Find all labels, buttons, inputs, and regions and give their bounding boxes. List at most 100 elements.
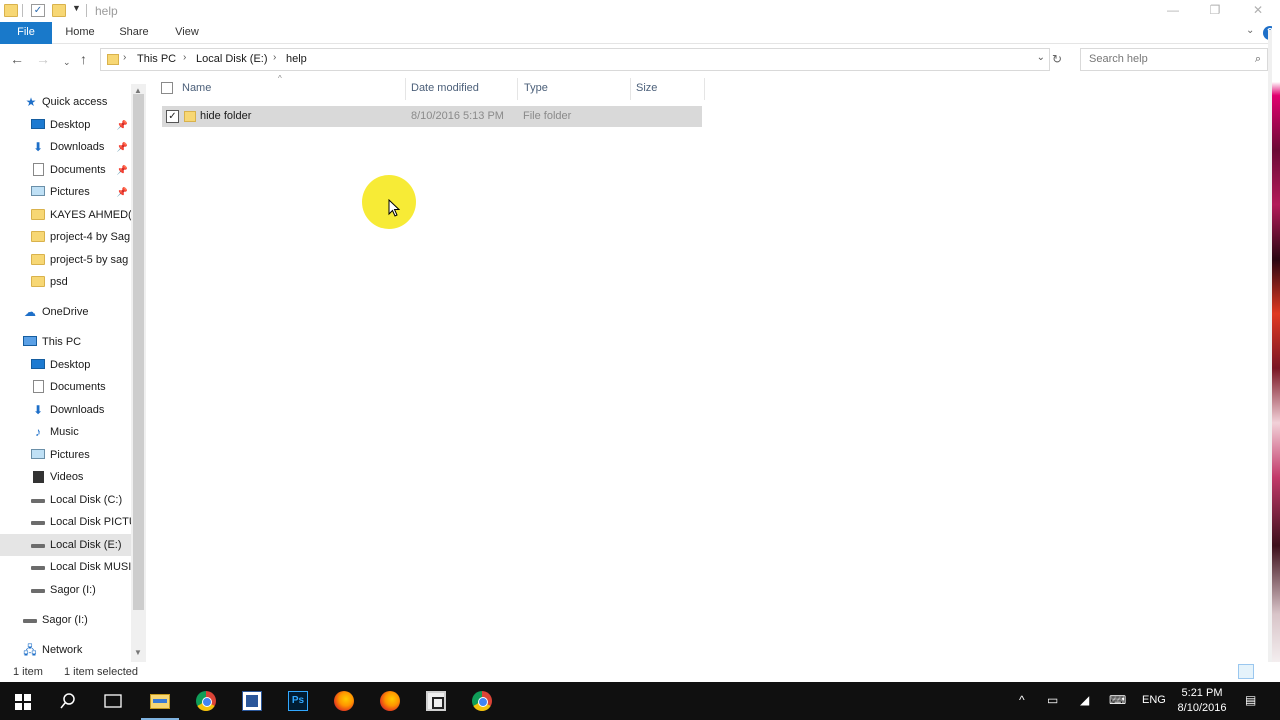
- folder-icon: [31, 254, 45, 265]
- nav-pc-local-disk-music[interactable]: Local Disk MUSI(: [0, 556, 132, 578]
- nav-quick-documents[interactable]: Documents 📌: [0, 159, 132, 181]
- breadcrumb-this-pc[interactable]: This PC: [137, 53, 176, 65]
- taskbar-file-explorer[interactable]: [137, 682, 183, 720]
- expand-ribbon-icon[interactable]: ⌄: [1246, 25, 1254, 36]
- select-all-checkbox[interactable]: [161, 82, 173, 94]
- taskbar-photoshop[interactable]: Ps: [275, 682, 321, 720]
- pin-icon: 📌: [116, 165, 128, 175]
- properties-icon[interactable]: ✓: [31, 4, 45, 17]
- minimize-button[interactable]: —: [1153, 0, 1193, 22]
- desktop-icon: [31, 119, 45, 129]
- row-checkbox[interactable]: ✓: [166, 110, 179, 123]
- nav-pc-music[interactable]: ♪ Music: [0, 421, 132, 443]
- nav-quick-folder[interactable]: psd: [0, 271, 132, 293]
- nav-sagor[interactable]: Sagor (I:): [0, 609, 132, 631]
- nav-onedrive[interactable]: ☁ OneDrive: [0, 301, 132, 323]
- chevron-right-icon[interactable]: ›: [273, 52, 276, 63]
- nav-quick-desktop[interactable]: Desktop 📌: [0, 114, 132, 136]
- customize-quick-access-icon[interactable]: ▼: [72, 3, 81, 13]
- column-divider[interactable]: [405, 78, 406, 100]
- battery-icon[interactable]: ▭: [1047, 693, 1058, 707]
- clock[interactable]: 5:21 PM 8/10/2016: [1172, 686, 1232, 716]
- taskbar-app[interactable]: [413, 682, 459, 720]
- search-box[interactable]: ⌕: [1080, 48, 1268, 71]
- nav-network[interactable]: 🖧 Network: [0, 639, 132, 661]
- firefox-icon: [334, 691, 354, 711]
- nav-scrollbar-thumb[interactable]: [133, 94, 144, 610]
- drive-icon: [31, 521, 45, 525]
- nav-pc-local-disk-e[interactable]: Local Disk (E:): [0, 534, 132, 556]
- column-type[interactable]: Type: [524, 82, 548, 94]
- column-date-modified[interactable]: Date modified: [411, 82, 479, 94]
- nav-label: project-5 by sag: [50, 254, 129, 266]
- column-divider[interactable]: [630, 78, 631, 100]
- wifi-icon[interactable]: ◢: [1080, 693, 1089, 707]
- large-icons-view-icon[interactable]: [1256, 664, 1272, 679]
- nav-quick-downloads[interactable]: ⬇ Downloads 📌: [0, 136, 132, 158]
- table-row[interactable]: ✓ hide folder 8/10/2016 5:13 PM File fol…: [162, 106, 702, 127]
- taskbar-word[interactable]: [229, 682, 275, 720]
- back-arrow-icon[interactable]: ←: [10, 51, 24, 67]
- tab-share[interactable]: Share: [112, 22, 156, 44]
- drive-icon: [31, 544, 45, 548]
- taskbar-chrome-2[interactable]: [459, 682, 505, 720]
- address-bar[interactable]: › This PC › Local Disk (E:) › help ⌄: [100, 48, 1050, 71]
- nav-label: Downloads: [50, 404, 105, 416]
- refresh-icon[interactable]: ↻: [1052, 52, 1062, 66]
- column-name[interactable]: Name: [182, 82, 211, 94]
- column-divider[interactable]: [704, 78, 705, 100]
- file-explorer-icon: [150, 694, 170, 709]
- scroll-down-icon[interactable]: ▼: [134, 648, 142, 657]
- cloud-icon: ☁: [24, 305, 36, 319]
- keyboard-icon[interactable]: ⌨: [1109, 693, 1126, 707]
- up-arrow-icon[interactable]: ↑: [80, 51, 87, 67]
- details-view-icon[interactable]: [1238, 664, 1254, 679]
- breadcrumb-local-disk-e[interactable]: Local Disk (E:): [196, 53, 268, 65]
- nav-this-pc[interactable]: This PC: [0, 331, 132, 353]
- restore-button[interactable]: ❐: [1195, 0, 1235, 22]
- tab-view[interactable]: View: [165, 22, 209, 44]
- nav-pc-videos[interactable]: Videos: [0, 466, 132, 488]
- nav-label: Videos: [50, 471, 84, 483]
- nav-pc-downloads[interactable]: ⬇ Downloads: [0, 399, 132, 421]
- mouse-cursor-icon: [388, 199, 400, 217]
- forward-arrow-icon[interactable]: →: [36, 51, 50, 67]
- nav-quick-folder[interactable]: KAYES AHMED(\: [0, 204, 132, 226]
- scroll-up-icon[interactable]: ▲: [134, 86, 142, 95]
- tab-home[interactable]: Home: [58, 22, 102, 44]
- language-indicator[interactable]: ENG: [1142, 694, 1166, 706]
- nav-pc-documents[interactable]: Documents: [0, 376, 132, 398]
- taskbar-firefox-2[interactable]: [367, 682, 413, 720]
- nav-pc-sagor[interactable]: Sagor (I:): [0, 579, 132, 601]
- search-button[interactable]: [45, 682, 91, 720]
- nav-pc-local-disk-pictures[interactable]: Local Disk PICTU: [0, 511, 132, 533]
- breadcrumb-help[interactable]: help: [286, 53, 307, 65]
- nav-pc-pictures[interactable]: Pictures: [0, 444, 132, 466]
- recent-locations-icon[interactable]: ⌄: [63, 54, 71, 70]
- chevron-down-icon[interactable]: ⌄: [1037, 52, 1045, 63]
- nav-label: project-4 by Sag: [50, 231, 131, 243]
- pin-icon: 📌: [116, 187, 128, 197]
- taskbar-firefox[interactable]: [321, 682, 367, 720]
- column-divider[interactable]: [517, 78, 518, 100]
- task-view-button[interactable]: [90, 682, 136, 720]
- column-size[interactable]: Size: [636, 82, 657, 94]
- nav-quick-folder[interactable]: project-4 by Sag: [0, 226, 132, 248]
- tab-file[interactable]: File: [0, 22, 52, 44]
- nav-quick-pictures[interactable]: Pictures 📌: [0, 181, 132, 203]
- taskbar-chrome[interactable]: [183, 682, 229, 720]
- nav-quick-folder[interactable]: project-5 by sag: [0, 249, 132, 271]
- folder-icon: [31, 231, 45, 242]
- nav-pc-desktop[interactable]: Desktop: [0, 354, 132, 376]
- chevron-right-icon[interactable]: ›: [183, 52, 186, 63]
- new-folder-icon[interactable]: [52, 4, 66, 17]
- chevron-right-icon[interactable]: ›: [123, 52, 126, 63]
- show-hidden-icons-icon[interactable]: ^: [1019, 693, 1025, 707]
- start-button[interactable]: [0, 682, 46, 720]
- music-icon: ♪: [35, 425, 41, 439]
- nav-quick-access[interactable]: ★ Quick access: [0, 91, 132, 113]
- divider: [86, 4, 87, 17]
- search-input[interactable]: [1089, 53, 1239, 65]
- notifications-icon[interactable]: ▤: [1245, 693, 1256, 707]
- nav-pc-local-disk-c[interactable]: Local Disk (C:): [0, 489, 132, 511]
